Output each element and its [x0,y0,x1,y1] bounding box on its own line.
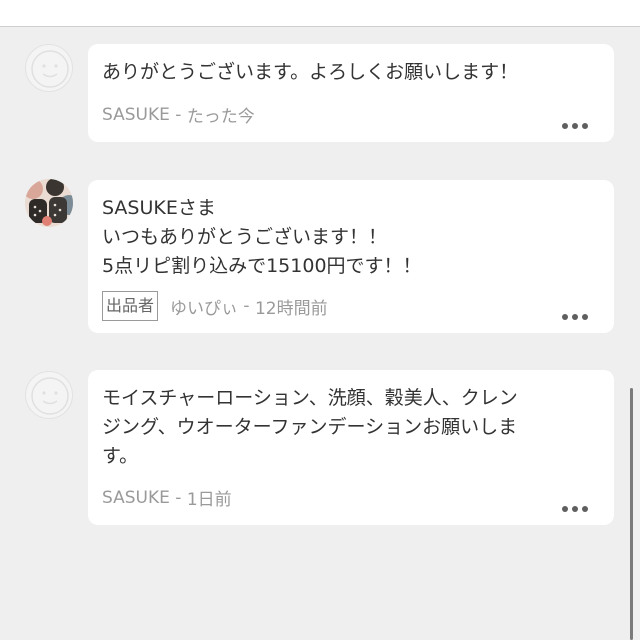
comment-author[interactable]: ゆいぴぃ [170,294,238,319]
comment-time: たった今 [186,107,255,127]
top-bar [0,0,640,27]
default-face-icon[interactable] [25,44,73,92]
comment-meta: 出品者 ゆいぴぃ - 12時間前 [102,291,600,321]
more-options-icon[interactable] [562,314,588,320]
meta-separator: - [238,296,255,316]
comment-time: 1日前 [186,490,232,510]
comment-author[interactable]: SASUKE [102,488,170,508]
comment-message-line: いつもありがとうございます！！ [102,226,388,248]
meta-separator: - [169,487,187,508]
scrollbar[interactable] [630,388,633,640]
comment-message: ありがとうございます。よろしくお願いします！ [102,61,519,83]
user-photo-avatar[interactable] [25,179,73,227]
more-options-icon[interactable] [562,123,588,129]
comment-bubble: ありがとうございます。よろしくお願いします！ SASUKE - たった今 [88,44,614,142]
comment-message-line: SASUKEさま [102,197,216,219]
meta-separator: - [169,104,187,125]
seller-badge: 出品者 [102,291,159,321]
comment-bubble: SASUKEさま いつもありがとうございます！！ 5点リピ割り込みで15100円… [88,180,614,333]
face-icon [31,50,69,88]
face-icon [31,377,69,415]
comment-bubble: モイスチャーローション、洗顔、穀美人、クレン ジング、ウオーターファンデーション… [88,370,614,525]
comment-meta: SASUKE - たった今 [102,102,600,128]
comment-message-line: 5点リピ割り込みで15100円です！！ [102,255,422,277]
comment-meta: SASUKE - 1日前 [102,485,600,511]
comment-message-line: す。 [102,445,139,467]
default-face-icon[interactable] [25,371,73,419]
avatar-image [25,179,73,227]
comment-time: 12時間前 [254,298,328,319]
more-options-icon[interactable] [562,506,588,512]
comment-message-line: ジング、ウオーターファンデーションお願いしま [102,416,518,438]
comment-author[interactable]: SASUKE [102,105,170,125]
comment-message-line: モイスチャーローション、洗顔、穀美人、クレン [102,387,518,409]
